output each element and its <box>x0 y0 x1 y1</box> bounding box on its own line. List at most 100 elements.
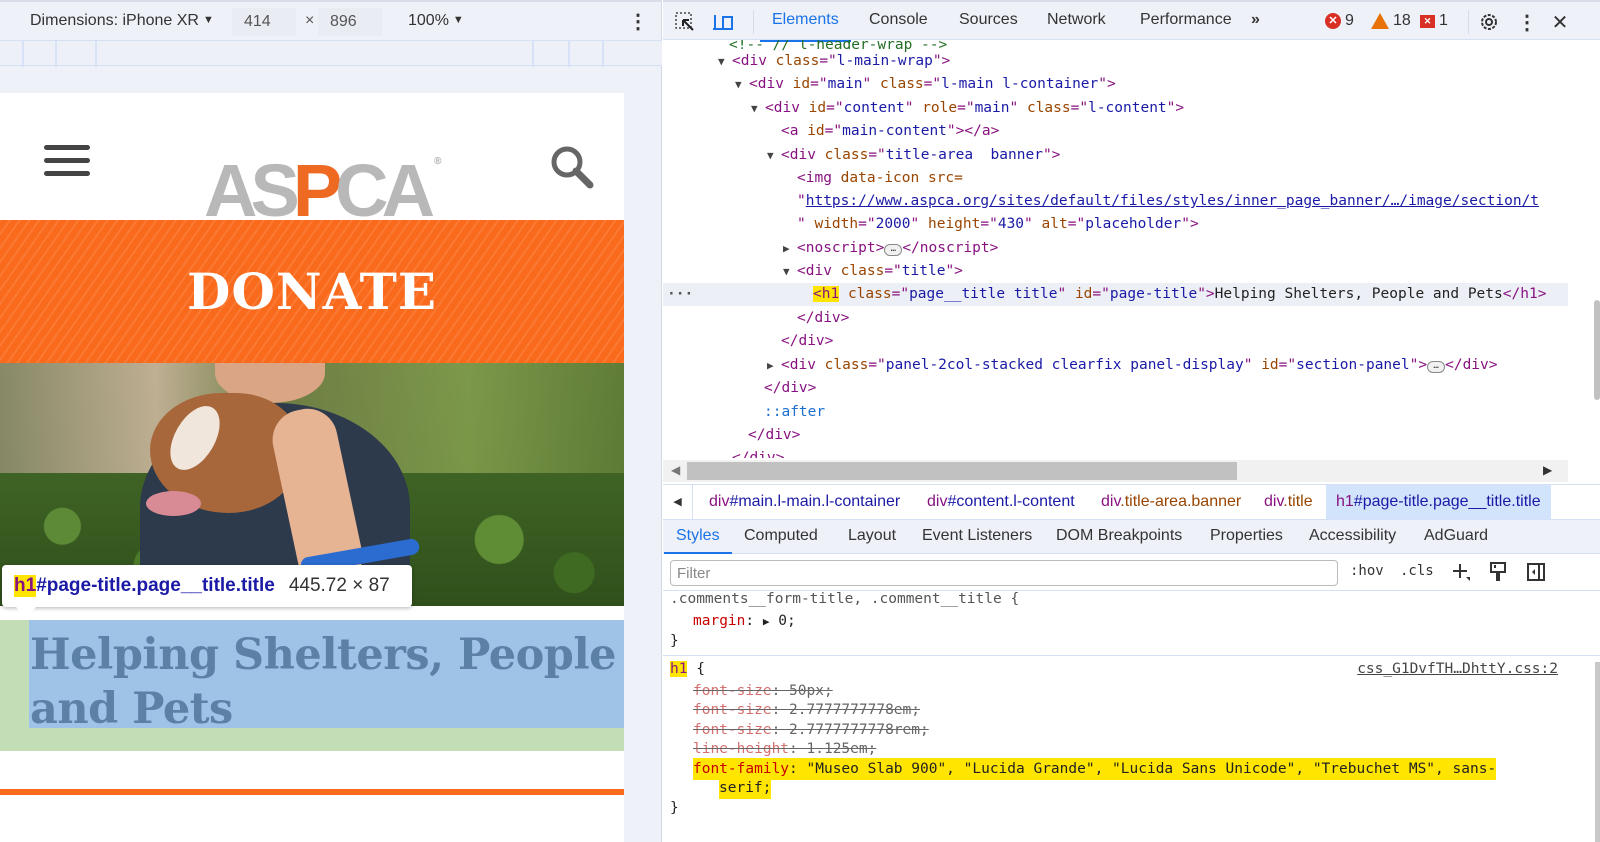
expand-triangle-icon[interactable]: ▶ <box>763 615 770 628</box>
dom-tree-scrollbar[interactable] <box>1594 300 1600 400</box>
tab-dom-breakpoints[interactable]: DOM Breakpoints <box>1056 527 1182 545</box>
close-icon[interactable]: ✕ <box>1548 10 1572 34</box>
warnings-badge[interactable]: 18 <box>1371 12 1411 30</box>
tab-adguard[interactable]: AdGuard <box>1424 527 1488 545</box>
css-rule-close: } <box>670 633 679 649</box>
scroll-right-icon[interactable]: ▶ <box>1543 463 1552 477</box>
styles-filter-input[interactable] <box>670 560 1338 586</box>
dom-node[interactable]: ▼ <div id="main" class="l-main l-containe… <box>663 73 1568 96</box>
dom-node[interactable]: <a id="main-content"></a> <box>663 120 1568 143</box>
dom-node[interactable]: ▼ <div class="l-main-wrap"> <box>663 50 1568 73</box>
donate-banner[interactable]: DONATE <box>0 220 624 363</box>
styles-subtabs: Styles Computed Layout Event Listeners D… <box>663 520 1600 554</box>
search-icon[interactable] <box>548 143 596 191</box>
tab-network[interactable]: Network <box>1047 11 1106 29</box>
media-query-ruler[interactable] <box>0 40 662 67</box>
breadcrumb-item[interactable]: div.title <box>1264 493 1313 511</box>
tab-performance[interactable]: Performance <box>1140 11 1232 29</box>
horizontal-scrollbar[interactable]: ◀ ▶ <box>663 460 1568 482</box>
aspca-logo[interactable]: ASPCA ® <box>204 125 441 228</box>
dom-node-src[interactable]: "https://www.aspca.org/sites/default/fil… <box>663 190 1568 213</box>
breadcrumb-item[interactable]: div.title-area.banner <box>1101 493 1241 511</box>
dom-node[interactable]: </div> <box>663 377 1568 400</box>
dom-node[interactable]: </div> <box>663 330 1568 353</box>
paintbrush-icon[interactable] <box>1487 561 1509 583</box>
device-toggle-icon[interactable] <box>711 10 735 34</box>
device-height-input[interactable]: 896 <box>318 8 382 36</box>
inspect-tooltip: h1 #page-title.page__title.title 445.72 × … <box>2 565 412 619</box>
collapse-triangle-icon[interactable]: ▶ <box>767 354 781 377</box>
expand-triangle-icon[interactable]: ▼ <box>735 73 749 96</box>
ellipsis-icon[interactable]: … <box>1427 361 1446 373</box>
tab-accessibility[interactable]: Accessibility <box>1309 527 1396 545</box>
tab-console[interactable]: Console <box>869 11 928 29</box>
class-toggle[interactable]: .cls <box>1400 563 1434 579</box>
errors-badge[interactable]: ✕ 9 <box>1325 12 1354 30</box>
tooltip-selector: #page-title.page__title.title <box>36 575 275 596</box>
gear-icon[interactable] <box>1477 10 1501 34</box>
dom-node[interactable]: ▼ <div class="title-area banner"> <box>663 144 1568 167</box>
scroll-left-icon[interactable]: ◀ <box>671 463 680 477</box>
kebab-icon[interactable]: ⋮ <box>1515 10 1539 34</box>
issues-badge[interactable]: ✕ 1 <box>1420 12 1448 30</box>
dom-tree: <!-- // l-header-wrap --> ▼ <div class="l… <box>663 40 1600 458</box>
dom-node[interactable]: </div> <box>663 447 1568 458</box>
image-src-link[interactable]: https://www.aspca.org/sites/default/file… <box>806 193 1539 209</box>
kebab-icon[interactable]: ⋮ <box>628 10 648 34</box>
breadcrumb-back-icon[interactable]: ◀ <box>663 485 693 519</box>
page-title: Helping Shelters, People and Pets <box>30 630 617 734</box>
expand-triangle-icon[interactable]: ▼ <box>767 144 781 167</box>
site-header: ASPCA ® <box>0 93 624 228</box>
tab-layout[interactable]: Layout <box>848 527 896 545</box>
tab-properties[interactable]: Properties <box>1210 527 1283 545</box>
dom-node[interactable]: </div> <box>663 424 1568 447</box>
new-style-rule-icon[interactable] <box>1450 561 1472 583</box>
breadcrumb-item[interactable]: div#content.l-content <box>927 493 1075 511</box>
css-declaration[interactable]: margin: ▶ 0; <box>693 610 796 632</box>
emulated-page: ASPCA ® DONATE Helping Shelters, People … <box>0 93 624 842</box>
scrollbar-thumb[interactable] <box>687 462 1237 480</box>
more-tabs-button[interactable]: » <box>1251 11 1260 29</box>
tab-event-listeners[interactable]: Event Listeners <box>922 527 1032 545</box>
dom-node[interactable]: <img data-icon src= <box>663 167 1568 190</box>
css-declaration-overridden[interactable]: font-size: 2.7777777778em; <box>693 699 920 721</box>
breadcrumb-item-active[interactable]: h1#page-title.page__title.title <box>1326 485 1551 519</box>
dom-node[interactable]: </div> <box>663 307 1568 330</box>
zoom-select[interactable]: 100% ▼ <box>408 12 464 30</box>
expand-triangle-icon[interactable]: ▼ <box>783 260 797 283</box>
tab-computed[interactable]: Computed <box>744 527 818 545</box>
device-width-input[interactable]: 414 <box>232 8 296 36</box>
tab-elements[interactable]: Elements <box>760 11 851 42</box>
dom-node[interactable]: " width="2000" height="430" alt="placeho… <box>663 213 1568 236</box>
breadcrumb-item[interactable]: div#main.l-main.l-container <box>709 493 900 511</box>
inspect-element-icon[interactable] <box>673 10 697 34</box>
expand-triangle-icon[interactable]: ▼ <box>718 50 732 73</box>
dom-node[interactable]: ▼ <div id="content" role="main" class="l-… <box>663 97 1568 120</box>
css-declaration-font-family[interactable]: font-family: "Museo Slab 900", "Lucida G… <box>693 758 1497 780</box>
hamburger-icon[interactable] <box>44 145 90 179</box>
css-selector[interactable]: h1 { <box>670 658 705 680</box>
breadcrumb: ◀ div#main.l-main.l-container div#conten… <box>663 484 1600 520</box>
dom-node[interactable]: ▶ <noscript>… </noscript> <box>663 237 1568 260</box>
expand-triangle-icon[interactable]: ▼ <box>751 97 765 120</box>
dom-node[interactable]: ::after <box>663 401 1568 424</box>
stylesheet-source-link[interactable]: css_G1DvfTH…DhttY.css:2 <box>1357 658 1558 680</box>
css-declaration-overridden[interactable]: line-height: 1.125em; <box>693 738 876 760</box>
ellipsis-icon[interactable]: … <box>884 244 903 256</box>
tab-sources[interactable]: Sources <box>959 11 1018 29</box>
tab-styles[interactable]: Styles <box>664 527 732 554</box>
device-select[interactable]: Dimensions: iPhone XR ▼ <box>30 12 214 30</box>
toggle-sidebar-icon[interactable] <box>1525 561 1547 583</box>
css-selector[interactable]: .comments__form-title, .comment__title { <box>670 588 1019 610</box>
ellipsis-icon[interactable]: ··· <box>667 283 693 306</box>
device-toolbar: Dimensions: iPhone XR ▼ 414 × 896 100% ▼ ⋮ <box>0 0 662 40</box>
dom-node[interactable]: ▼ <div class="title"> <box>663 260 1568 283</box>
collapse-triangle-icon[interactable]: ▶ <box>783 237 797 260</box>
css-rule-close: } <box>670 800 679 816</box>
styles-scrollbar[interactable] <box>1595 662 1600 842</box>
dom-node[interactable]: ▶ <div class="panel-2col-stacked clearfix… <box>663 354 1568 377</box>
hover-state-toggle[interactable]: :hov <box>1350 563 1384 579</box>
donate-label: DONATE <box>187 262 437 321</box>
dom-node-selected[interactable]: ··· <h1 class="page__title title" id="pag… <box>663 283 1568 306</box>
styles-filter-row: :hov .cls <box>663 555 1600 591</box>
